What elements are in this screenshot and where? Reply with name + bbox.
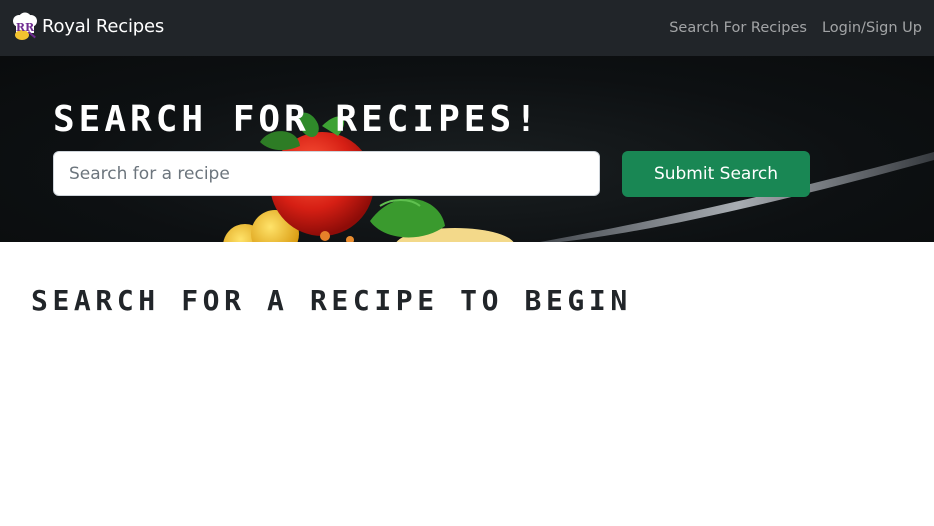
nav-link-search-for-recipes[interactable]: Search For Recipes (669, 20, 807, 36)
chef-hat-logo-icon: RR (10, 12, 40, 42)
top-navbar: RR Royal Recipes Search For Recipes Logi… (0, 0, 934, 56)
brand-link[interactable]: RR Royal Recipes (10, 11, 164, 43)
logo-monogram: RR (16, 21, 35, 34)
nav-link-login-signup[interactable]: Login/Sign Up (822, 20, 922, 36)
nav-links: Search For Recipes Login/Sign Up (654, 0, 922, 56)
empty-state-heading: SEARCH FOR A RECIPE TO BEGIN (31, 284, 632, 317)
hero-banner: SEARCH FOR RECIPES! Submit Search (0, 56, 934, 242)
brand-name: Royal Recipes (42, 16, 165, 37)
submit-search-button[interactable]: Submit Search (622, 151, 810, 197)
hero-title: SEARCH FOR RECIPES! (53, 99, 541, 140)
recipe-search-input[interactable] (53, 151, 600, 196)
pasta-fork-hero-image (223, 112, 934, 242)
